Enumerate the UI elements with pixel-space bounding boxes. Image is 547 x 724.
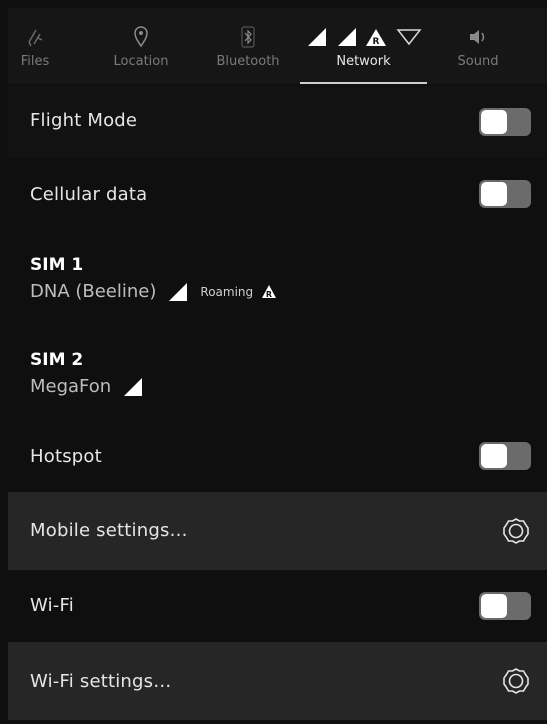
bluetooth-icon (208, 26, 288, 48)
speaker-icon (443, 26, 513, 48)
gear-icon (503, 668, 529, 694)
cellular-data-label: Cellular data (30, 184, 148, 205)
sim1-subtitle: DNA (Beeline) Roaming R (30, 281, 277, 302)
tab-location-label: Location (113, 54, 169, 69)
flight-mode-toggle[interactable] (479, 108, 531, 136)
hotspot-label: Hotspot (30, 446, 102, 467)
flight-mode-label: Flight Mode (30, 110, 138, 131)
svg-text:R: R (372, 37, 379, 47)
tab-files[interactable]: Files (8, 8, 62, 84)
indicator-tab-bar: Files Location Bluetooth R Network Sound (8, 8, 547, 84)
mobile-settings-row[interactable]: Mobile settings… (8, 492, 547, 570)
roaming-label: Roaming (200, 284, 254, 299)
roaming-icon: R (262, 285, 277, 299)
sim2-carrier: MegaFon (30, 376, 112, 397)
flight-mode-row[interactable]: Flight Mode (8, 86, 547, 158)
network-signal-icon: R (300, 26, 427, 48)
sim1-item[interactable]: SIM 1 DNA (Beeline) Roaming R (8, 245, 547, 325)
files-icon (8, 26, 62, 48)
sim1-carrier: DNA (Beeline) (30, 281, 157, 302)
gear-icon (503, 518, 529, 544)
signal-strength-icon (124, 377, 143, 396)
sim2-title: SIM 2 (30, 350, 84, 370)
tab-sound[interactable]: Sound (443, 8, 513, 84)
toggle-knob (481, 182, 507, 206)
hotspot-row[interactable]: Hotspot (8, 420, 547, 492)
sim2-item[interactable]: SIM 2 MegaFon (8, 340, 547, 420)
tab-bluetooth[interactable]: Bluetooth (208, 8, 288, 84)
toggle-knob (481, 444, 507, 468)
hotspot-toggle[interactable] (479, 442, 531, 470)
sim2-subtitle: MegaFon (30, 376, 143, 397)
tab-files-label: Files (20, 54, 50, 69)
wifi-label: Wi-Fi (30, 595, 74, 616)
tab-network[interactable]: R Network (300, 8, 427, 84)
tab-network-label: Network (336, 54, 391, 69)
cellular-data-row[interactable]: Cellular data (8, 160, 547, 232)
svg-text:R: R (266, 290, 272, 299)
signal-strength-icon (169, 282, 188, 301)
cellular-data-toggle[interactable] (479, 180, 531, 208)
tab-location[interactable]: Location (101, 8, 181, 84)
toggle-knob (481, 110, 507, 134)
toggle-knob (481, 594, 507, 618)
mobile-settings-label: Mobile settings… (30, 520, 188, 541)
wifi-settings-label: Wi-Fi settings… (30, 671, 172, 692)
tab-bluetooth-label: Bluetooth (216, 54, 280, 69)
wifi-settings-row[interactable]: Wi-Fi settings… (8, 642, 547, 720)
wifi-row[interactable]: Wi-Fi (8, 570, 547, 642)
location-pin-icon (101, 26, 181, 48)
tab-sound-label: Sound (457, 54, 499, 69)
sim1-title: SIM 1 (30, 255, 84, 275)
wifi-toggle[interactable] (479, 592, 531, 620)
